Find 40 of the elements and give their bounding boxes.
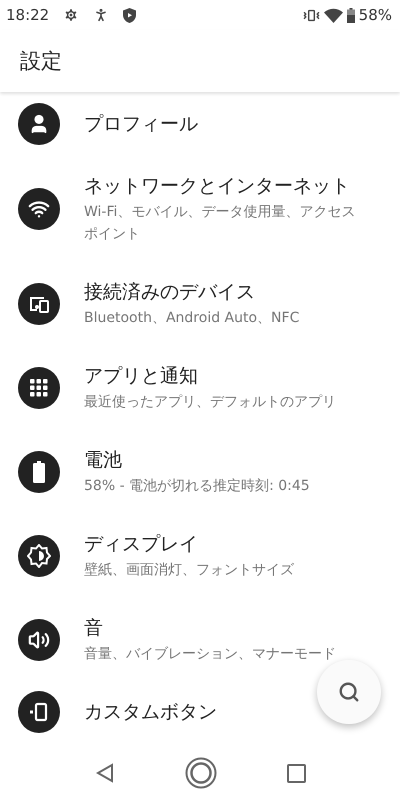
search-icon bbox=[338, 681, 360, 703]
shield-icon bbox=[123, 8, 136, 22]
item-summary: 壁紙、画面消灯、フォントサイズ bbox=[84, 561, 294, 580]
home-button[interactable] bbox=[184, 757, 216, 789]
devices-icon bbox=[28, 294, 50, 314]
item-summary: 音量、バイブレーション、マナーモード bbox=[84, 645, 336, 664]
settings-item[interactable]: カスタムボタン bbox=[0, 682, 237, 742]
settings-item[interactable]: ネットワークとインターネット Wi-Fi、モバイル、データ使用量、アクセスポイント bbox=[0, 156, 379, 262]
item-title: 音 bbox=[84, 616, 104, 641]
settings-item[interactable]: ディスプレイ 壁紙、画面消灯、フォントサイズ bbox=[0, 514, 314, 598]
battery-status-icon bbox=[346, 8, 355, 22]
item-summary: 58% - 電池が切れる推定時刻: 0:45 bbox=[84, 477, 310, 496]
settings-item[interactable]: アプリと通知 最近使ったアプリ、デフォルトのアプリ bbox=[0, 346, 356, 430]
settings-item[interactable]: 接続済みのデバイス Bluetooth、Android Auto、NFC bbox=[0, 262, 320, 346]
search-button[interactable] bbox=[317, 660, 381, 724]
battery-icon bbox=[33, 461, 45, 483]
item-title: カスタムボタン bbox=[84, 700, 217, 725]
item-summary: Wi-Fi、モバイル、データ使用量、アクセスポイント bbox=[84, 203, 356, 244]
item-summary: Bluetooth、Android Auto、NFC bbox=[84, 309, 300, 328]
grid-icon bbox=[30, 379, 48, 397]
settings-item[interactable]: 音 音量、バイブレーション、マナーモード bbox=[0, 598, 356, 682]
app-bar-title: 設定 bbox=[20, 48, 62, 75]
settings-item[interactable]: 電池 58% - 電池が切れる推定時刻: 0:45 bbox=[0, 430, 330, 514]
item-title: プロフィール bbox=[84, 112, 198, 137]
phone-button-icon bbox=[29, 702, 49, 722]
item-title: 接続済みのデバイス bbox=[84, 280, 256, 305]
item-title: 電池 bbox=[84, 448, 123, 473]
item-title: ネットワークとインターネット bbox=[84, 174, 351, 199]
recents-button[interactable] bbox=[286, 764, 306, 782]
item-title: ディスプレイ bbox=[84, 532, 199, 557]
item-title: アプリと通知 bbox=[84, 364, 199, 389]
battery-percentage: 58% bbox=[358, 6, 392, 24]
item-summary: 最近使ったアプリ、デフォルトのアプリ bbox=[84, 393, 336, 412]
status-time: 18:22 bbox=[6, 6, 50, 24]
speaker-icon bbox=[28, 629, 50, 651]
settings-icon bbox=[63, 7, 80, 23]
wifi-signal-icon bbox=[324, 8, 343, 22]
back-button[interactable] bbox=[94, 763, 114, 783]
brightness-icon bbox=[27, 544, 51, 568]
settings-item[interactable]: プロフィール bbox=[0, 92, 218, 156]
